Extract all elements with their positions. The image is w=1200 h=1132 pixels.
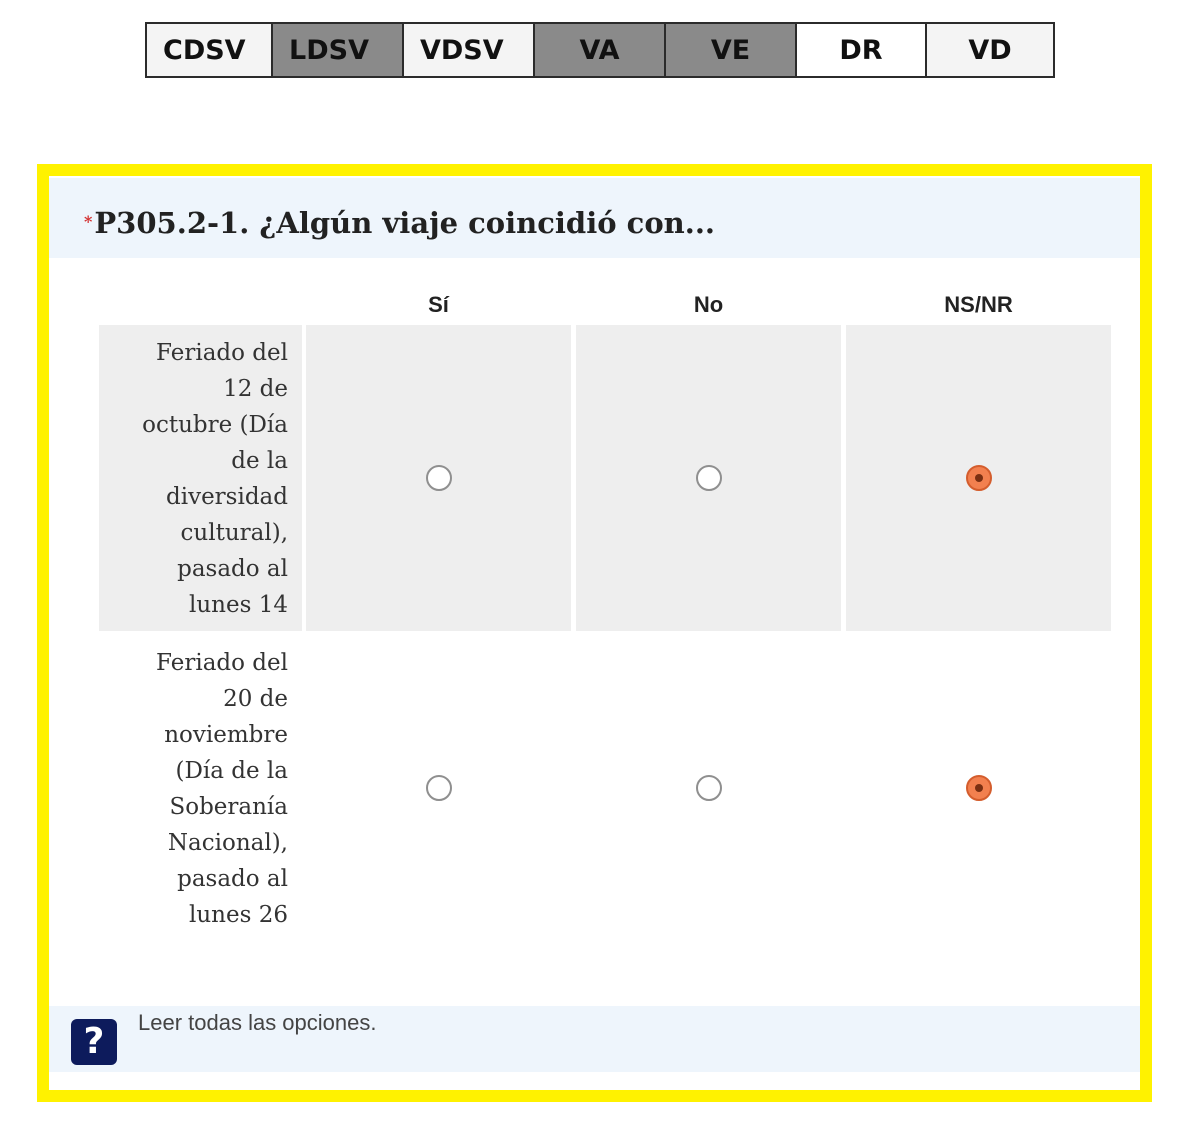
tab-bar: CDSV LDSV VDSV VA VE DR VD	[145, 22, 1055, 78]
cell-nsnr	[846, 325, 1111, 631]
required-mark: *	[84, 212, 93, 231]
column-header-nsnr: NS/NR	[944, 292, 1013, 317]
table-row: Feriado del 20 de noviembre (Día de la S…	[99, 635, 1111, 941]
column-header-no: No	[693, 292, 724, 317]
cell-no	[576, 635, 841, 941]
tab-va[interactable]: VA	[535, 24, 666, 76]
row-label: Feriado del 12 de octubre (Día de la div…	[99, 325, 302, 631]
table-row: Feriado del 12 de octubre (Día de la div…	[99, 325, 1111, 631]
question-title: *P305.2-1. ¿Algún viaje coincidió con...	[84, 206, 715, 240]
cell-no	[576, 325, 841, 631]
column-header-si: Sí	[428, 292, 449, 317]
radio-si[interactable]	[425, 465, 452, 491]
help-box: ? Leer todas las opciones.	[49, 1006, 1140, 1072]
cell-nsnr	[846, 635, 1111, 941]
question-mark-icon: ?	[71, 1019, 117, 1065]
cell-si	[306, 325, 571, 631]
radio-nsnr-selected[interactable]	[965, 465, 992, 491]
question-card: *P305.2-1. ¿Algún viaje coincidió con...…	[37, 164, 1152, 1102]
radio-no[interactable]	[695, 465, 722, 491]
question-text: P305.2-1. ¿Algún viaje coincidió con...	[94, 206, 716, 240]
cell-si	[306, 635, 571, 941]
row-label: Feriado del 20 de noviembre (Día de la S…	[156, 650, 288, 928]
tab-cdsv[interactable]: CDSV	[147, 24, 273, 76]
tab-vd[interactable]: VD	[927, 24, 1053, 76]
radio-si[interactable]	[425, 775, 452, 801]
tab-ldsv[interactable]: LDSV	[273, 24, 404, 76]
radio-nsnr-selected[interactable]	[965, 775, 992, 801]
help-text: Leer todas las opciones.	[138, 1010, 377, 1035]
tab-vdsv[interactable]: VDSV	[404, 24, 535, 76]
question-header: *P305.2-1. ¿Algún viaje coincidió con...	[49, 178, 1140, 258]
tab-ve[interactable]: VE	[666, 24, 797, 76]
tab-dr[interactable]: DR	[797, 24, 927, 76]
radio-no[interactable]	[695, 775, 722, 801]
